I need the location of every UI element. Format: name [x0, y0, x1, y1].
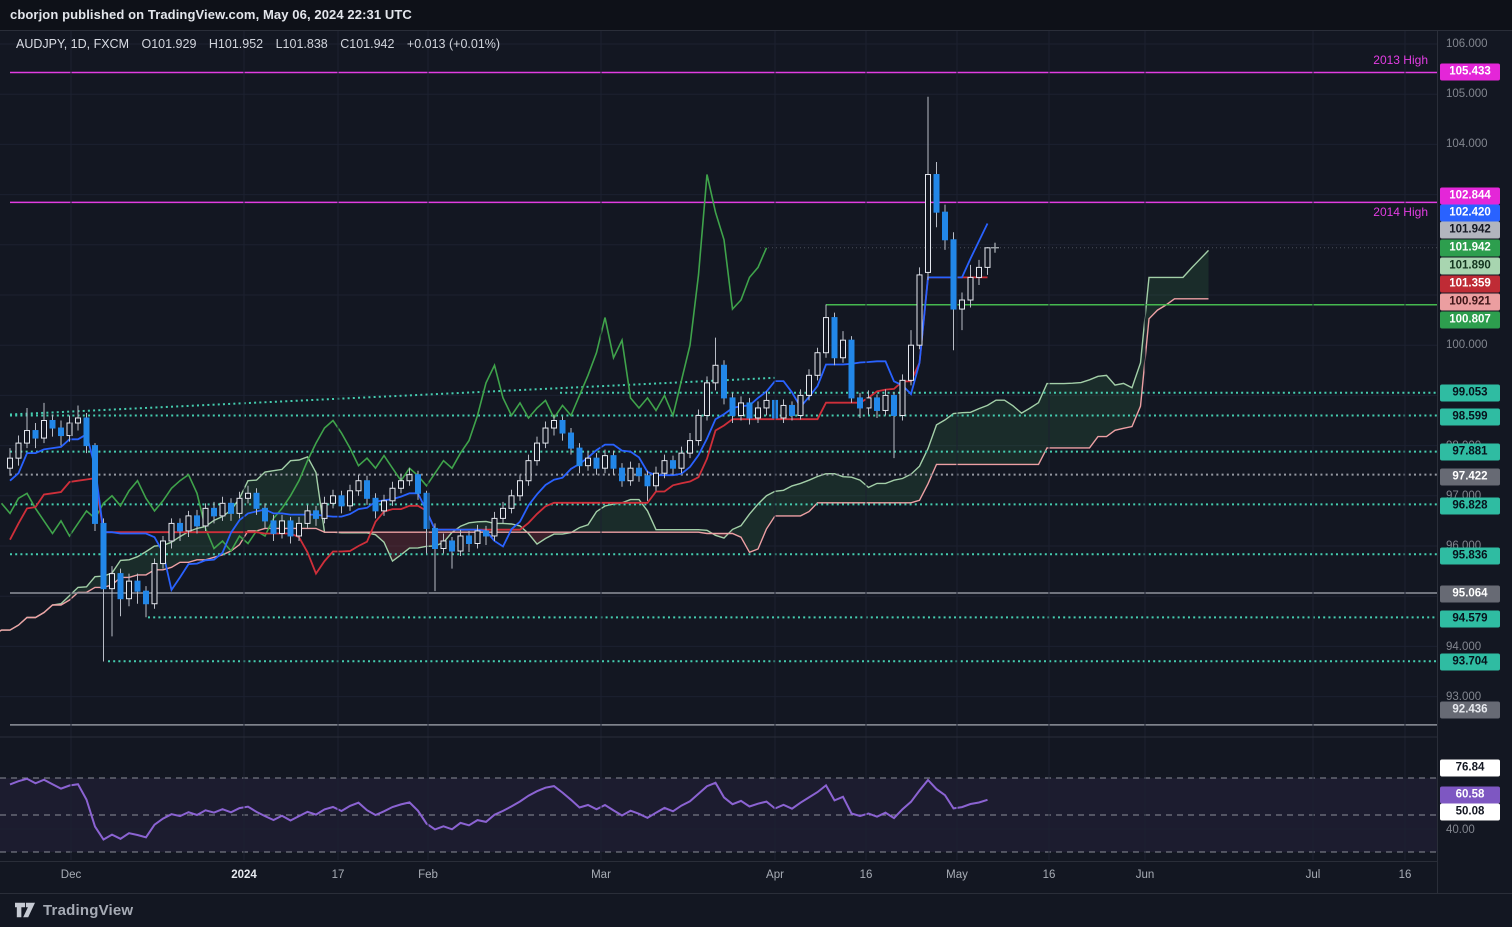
price-tick: 106.000: [1446, 38, 1488, 50]
price-label-badge: 60.58: [1440, 787, 1500, 804]
price-label-badge: 94.579: [1440, 611, 1500, 628]
price-label-badge: 92.436: [1440, 702, 1500, 719]
time-tick: Feb: [418, 869, 438, 881]
time-tick: 16: [860, 869, 873, 881]
time-tick: Apr: [766, 869, 784, 881]
tradingview-logo[interactable]: TradingView: [14, 900, 133, 920]
time-tick: Jul: [1306, 869, 1321, 881]
time-tick: 2024: [231, 869, 257, 881]
price-label-badge: 97.422: [1440, 469, 1500, 486]
price-label-badge: 98.599: [1440, 409, 1500, 426]
annotation-2013-high: 2013 High: [1373, 53, 1428, 67]
annotation-2014-high: 2014 High: [1373, 205, 1428, 219]
time-tick: Dec: [61, 869, 81, 881]
price-label-badge: 95.064: [1440, 586, 1500, 603]
legend-close: C101.942: [340, 37, 394, 51]
legend-high: H101.952: [209, 37, 263, 51]
time-tick: 17: [332, 869, 345, 881]
price-label-badge: 97.881: [1440, 444, 1500, 461]
legend-low: L101.838: [276, 37, 328, 51]
price-label-badge: 101.890: [1440, 258, 1500, 275]
time-tick: Jun: [1136, 869, 1155, 881]
chart-canvas[interactable]: [0, 0, 1512, 927]
tradingview-snapshot: cborjon published on TradingView.com, Ma…: [0, 0, 1512, 927]
price-scale[interactable]: 106.000105.000104.000100.00098.00097.000…: [1437, 30, 1512, 893]
price-tick: 94.000: [1446, 641, 1481, 653]
price-label-badge: 105.433: [1440, 64, 1500, 81]
legend-open: O101.929: [141, 37, 196, 51]
time-scale[interactable]: Dec 2024 17 Feb Mar Apr 16 May 16 Jun Jul 16: [0, 861, 1437, 894]
symbol-title[interactable]: AUDJPY, 1D, FXCM: [16, 37, 129, 51]
symbol-legend[interactable]: AUDJPY, 1D, FXCM O101.929 H101.952 L101.…: [16, 37, 509, 51]
price-label-badge: 100.807: [1440, 312, 1500, 329]
time-tick: May: [946, 869, 968, 881]
price-tick: 105.000: [1446, 88, 1488, 100]
price-label-badge: 102.844: [1440, 188, 1500, 205]
footer-bar: TradingView: [0, 893, 1512, 927]
price-label-badge: 102.420: [1440, 205, 1500, 222]
price-label-badge: 101.942: [1440, 222, 1500, 239]
time-tick: 16: [1399, 869, 1412, 881]
price-label-badge: 50.08: [1440, 804, 1500, 821]
price-label-badge: 76.84: [1440, 760, 1500, 777]
price-tick: 40.00: [1446, 824, 1475, 836]
price-label-badge: 96.828: [1440, 498, 1500, 515]
time-tick: Mar: [591, 869, 611, 881]
legend-change: +0.013 (+0.01%): [407, 37, 500, 51]
price-label-badge: 93.704: [1440, 654, 1500, 671]
price-tick: 100.000: [1446, 339, 1488, 351]
price-label-badge: 101.359: [1440, 276, 1500, 293]
tradingview-wordmark: TradingView: [43, 902, 133, 919]
price-tick: 104.000: [1446, 138, 1488, 150]
price-label-badge: 100.921: [1440, 294, 1500, 311]
price-label-badge: 99.053: [1440, 385, 1500, 402]
price-label-badge: 95.836: [1440, 548, 1500, 565]
price-label-badge: 101.942: [1440, 240, 1500, 257]
time-tick: 16: [1043, 869, 1056, 881]
tradingview-logo-icon: [14, 900, 36, 920]
